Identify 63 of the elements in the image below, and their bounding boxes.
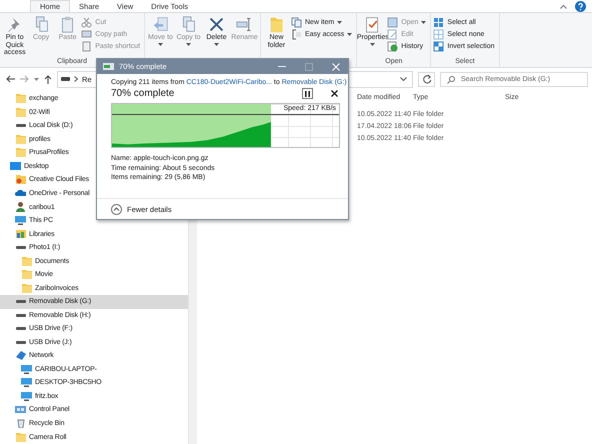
- libraries-icon: [16, 230, 26, 238]
- search-icon: [447, 76, 455, 84]
- grid-icon: [433, 16, 444, 28]
- drive-icon: [61, 77, 70, 81]
- history-icon: [387, 40, 398, 52]
- caret-icon: [214, 42, 219, 46]
- collapse-caret-icon: [111, 204, 122, 214]
- cloud-icon: [15, 190, 26, 196]
- refresh-icon: [422, 74, 432, 84]
- drive-icon: [16, 124, 26, 128]
- path-icon: [81, 28, 92, 40]
- caret-icon: [158, 42, 163, 46]
- folder-icon: [16, 108, 26, 117]
- progress-heading: 70% complete: [111, 88, 176, 99]
- bin-icon: [16, 419, 24, 428]
- caret-icon: [337, 20, 342, 24]
- folder-icon: [16, 94, 26, 104]
- folder-icon: [22, 270, 32, 280]
- window-icon: [387, 16, 398, 28]
- help-icon[interactable]: [575, 0, 586, 12]
- folder-icon: [22, 256, 32, 266]
- pause-button[interactable]: [302, 88, 313, 99]
- folder-icon: [16, 148, 26, 158]
- folder-icon: [16, 432, 26, 442]
- monitor-icon: [15, 216, 26, 226]
- new-item-icon: [291, 16, 302, 28]
- folder-icon: [16, 134, 26, 144]
- grid-icon: [433, 28, 444, 40]
- pause-icon: [305, 90, 310, 96]
- monitor-icon: [21, 378, 32, 388]
- caret-icon[interactable]: [34, 78, 39, 80]
- close-icon[interactable]: [332, 62, 340, 70]
- collapse-caret-icon[interactable]: [560, 4, 567, 8]
- close-icon: [208, 16, 225, 33]
- control-panel-icon: [15, 406, 26, 414]
- grid-icon: [433, 40, 444, 52]
- back-arrow-icon[interactable]: [6, 75, 15, 83]
- pencil-page-icon: [387, 28, 398, 40]
- maximize-icon: [305, 62, 313, 70]
- caret-icon: [347, 32, 352, 36]
- bracket-icon: [291, 28, 302, 40]
- folder-icon: [22, 284, 32, 293]
- refresh-button[interactable]: [418, 72, 435, 86]
- caret-icon: [370, 42, 376, 46]
- cancel-icon[interactable]: [331, 90, 338, 97]
- scissors-icon: [81, 16, 92, 28]
- cloud-files-icon: [16, 175, 26, 184]
- arrow-page-icon: [152, 16, 169, 33]
- person-icon: [16, 202, 25, 212]
- desktop-icon: [10, 162, 21, 170]
- folder-icon: [268, 16, 285, 33]
- text-cursor-icon: [236, 16, 253, 33]
- caret-icon: [186, 42, 191, 46]
- progress-window-icon: [103, 63, 114, 70]
- clipboard-icon: [81, 40, 92, 52]
- pages-icon: [180, 16, 197, 33]
- monitor-icon: [21, 364, 32, 374]
- chevron-icon: [74, 76, 78, 82]
- drive-icon: [16, 246, 26, 250]
- caret-icon: [421, 20, 426, 24]
- monitor-icon: [21, 392, 32, 401]
- dropdown-caret-icon[interactable]: [400, 77, 407, 81]
- up-arrow-icon[interactable]: [44, 74, 52, 84]
